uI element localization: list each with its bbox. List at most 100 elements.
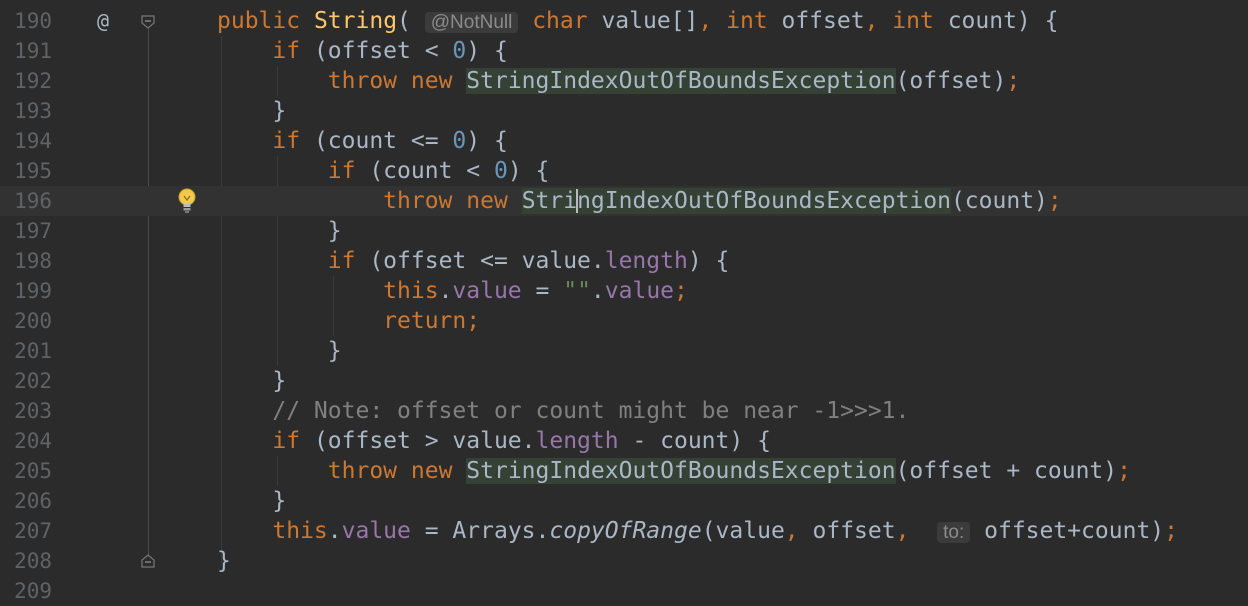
code-text: return; (217, 306, 480, 336)
line-number[interactable]: 208 (0, 546, 52, 576)
code-token: 0 (452, 128, 467, 154)
code-token: offset (767, 8, 865, 34)
text-caret (576, 189, 579, 213)
code-editor[interactable]: 190 @ public String( @NotNull char value[]… (0, 0, 1248, 603)
code-line-198[interactable]: 198 if (offset <= value.length) { (0, 246, 1248, 276)
line-number[interactable]: 192 (0, 66, 52, 96)
code-token: offset (798, 518, 896, 544)
code-text: } (217, 96, 286, 126)
code-line-204[interactable]: 204 if (offset > value.length - count) { (0, 426, 1248, 456)
code-token: public (217, 8, 301, 34)
line-number[interactable]: 195 (0, 156, 52, 186)
code-token: "" (563, 278, 591, 304)
code-line-205[interactable]: 205 throw new StringIndexOutOfBoundsExce… (0, 456, 1248, 486)
code-token: (count < (355, 158, 494, 184)
code-token: value[] (587, 8, 699, 34)
code-token: ) { (507, 158, 550, 184)
code-token: (count <= (300, 128, 453, 154)
code-token: length (604, 248, 688, 274)
code-token: new (410, 458, 453, 484)
line-number[interactable]: 191 (0, 36, 52, 66)
code-token: . (590, 278, 605, 304)
code-token: throw (327, 458, 398, 484)
line-number[interactable]: 197 (0, 216, 52, 246)
code-token: ) { (466, 128, 508, 154)
code-token: , (895, 518, 910, 544)
code-token: = (521, 278, 564, 304)
code-token: this (272, 518, 328, 544)
code-line-197[interactable]: 197 } (0, 216, 1248, 246)
code-token: . (438, 278, 453, 304)
code-token: value (341, 518, 411, 544)
code-token: } (217, 338, 342, 364)
code-text: this.value = Arrays.copyOfRange(value, o… (217, 516, 1178, 548)
code-line-194[interactable]: 194 if (count <= 0) { (0, 126, 1248, 156)
line-number[interactable]: 190 (0, 6, 52, 36)
code-line-209[interactable]: 209 (0, 576, 1248, 606)
code-text: public String( @NotNull char value[], in… (217, 6, 1058, 38)
line-number[interactable]: 196 (0, 186, 52, 216)
code-token: throw (383, 188, 453, 214)
code-token: // Note: offset or count might be near -… (272, 398, 910, 424)
line-number[interactable]: 201 (0, 336, 52, 366)
code-token: int (892, 8, 934, 34)
code-token: (count) (950, 188, 1048, 214)
line-number[interactable]: 205 (0, 456, 52, 486)
code-line-191[interactable]: 191 if (offset < 0) { (0, 36, 1248, 66)
code-line-201[interactable]: 201 } (0, 336, 1248, 366)
code-token: count) { (933, 8, 1059, 34)
code-text: } (217, 336, 342, 366)
line-number[interactable]: 194 (0, 126, 52, 156)
code-line-200[interactable]: 200 return; (0, 306, 1248, 336)
code-token: , (698, 8, 713, 34)
lightbulb-icon[interactable] (175, 186, 199, 216)
line-number[interactable]: 193 (0, 96, 52, 126)
code-token: (offset > value. (300, 428, 536, 454)
code-line-193[interactable]: 193 } (0, 96, 1248, 126)
code-line-208[interactable]: 208} (0, 546, 1248, 576)
line-number[interactable]: 203 (0, 396, 52, 426)
code-text: } (217, 486, 286, 516)
line-number[interactable]: 206 (0, 486, 52, 516)
code-token: ( (397, 8, 425, 34)
line-number[interactable]: 209 (0, 576, 52, 606)
code-text: if (count <= 0) { (217, 126, 508, 156)
code-line-207[interactable]: 207 this.value = Arrays.copyOfRange(valu… (0, 516, 1248, 546)
code-text: throw new StringIndexOutOfBoundsExceptio… (217, 186, 1062, 216)
code-line-206[interactable]: 206 } (0, 486, 1248, 516)
code-line-196[interactable]: 196 throw new StringIndexOutOfBoundsExce… (0, 186, 1248, 216)
code-token: length (535, 428, 619, 454)
line-number[interactable]: 198 (0, 246, 52, 276)
code-token: ; (466, 308, 481, 334)
code-text: if (count < 0) { (217, 156, 550, 186)
code-token: } (217, 488, 287, 514)
code-line-199[interactable]: 199 this.value = "".value; (0, 276, 1248, 306)
override-marker-icon[interactable]: @ (97, 6, 109, 36)
code-token: value (452, 278, 522, 304)
code-line-192[interactable]: 192 throw new StringIndexOutOfBoundsExce… (0, 66, 1248, 96)
line-number[interactable]: 200 (0, 306, 52, 336)
line-number[interactable]: 207 (0, 516, 52, 546)
code-token: value (604, 278, 675, 304)
code-text: } (217, 216, 342, 246)
class-reference: StringIndexOutOfBoundsException (466, 68, 896, 94)
code-line-202[interactable]: 202 } (0, 366, 1248, 396)
code-token: this (383, 278, 439, 304)
class-reference: StringIndexOutOfBoundsException (521, 188, 951, 214)
code-text: throw new StringIndexOutOfBoundsExceptio… (217, 456, 1131, 486)
line-number[interactable]: 199 (0, 276, 52, 306)
line-number[interactable]: 204 (0, 426, 52, 456)
code-line-195[interactable]: 195 if (count < 0) { (0, 156, 1248, 186)
code-line-190[interactable]: 190 @ public String( @NotNull char value[]… (0, 6, 1248, 36)
code-line-203[interactable]: 203 // Note: offset or count might be ne… (0, 396, 1248, 426)
line-number[interactable]: 202 (0, 366, 52, 396)
